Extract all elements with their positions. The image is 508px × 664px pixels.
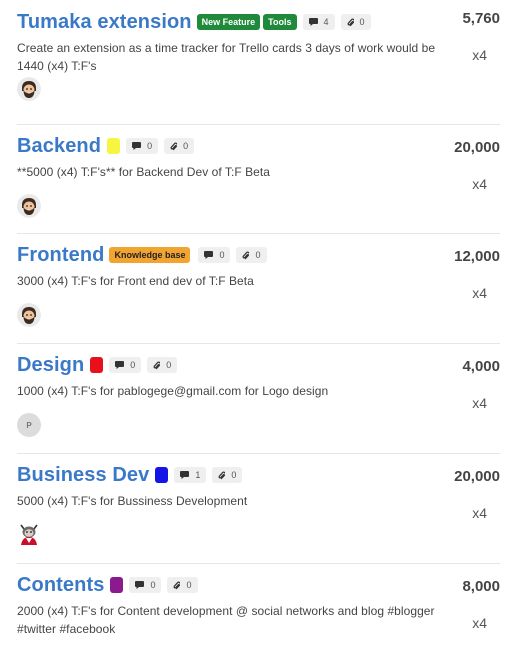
attachments-badge[interactable]: 0 bbox=[164, 138, 195, 154]
card-frontend[interactable]: Frontend Knowledge base 0 0 3000 (x4) T:… bbox=[17, 234, 500, 344]
card-design[interactable]: Design 0 0 1000 (x4) T:F's for pablogege… bbox=[17, 344, 500, 454]
label-color-yellow[interactable] bbox=[107, 138, 121, 154]
card-title-row: Backend 0 0 bbox=[17, 133, 440, 159]
card-title[interactable]: Design bbox=[17, 354, 84, 377]
card-content: Tumaka extension New Feature Tools 4 0 C… bbox=[17, 9, 440, 75]
attachments-count: 0 bbox=[186, 580, 192, 590]
paperclip-icon bbox=[153, 361, 161, 369]
comment-icon bbox=[132, 142, 142, 150]
card-content: Frontend Knowledge base 0 0 3000 (x4) T:… bbox=[17, 242, 440, 290]
card-content: Backend 0 0 **5000 (x4) T:F's** for Back… bbox=[17, 133, 440, 181]
comments-badge[interactable]: 0 bbox=[198, 247, 231, 263]
card-points: 20,000 bbox=[454, 468, 500, 485]
bearded-face-icon bbox=[17, 77, 41, 101]
card-list: Tumaka extension New Feature Tools 4 0 C… bbox=[0, 0, 508, 664]
comments-badge[interactable]: 0 bbox=[126, 138, 159, 154]
card-title[interactable]: Backend bbox=[17, 135, 101, 158]
attachments-count: 0 bbox=[359, 17, 365, 27]
paperclip-icon bbox=[243, 251, 250, 259]
card-points: 20,000 bbox=[454, 139, 500, 156]
comment-icon bbox=[115, 361, 125, 369]
attachments-badge[interactable]: 0 bbox=[167, 577, 198, 593]
card-description: **5000 (x4) T:F's** for Backend Dev of T… bbox=[17, 165, 270, 179]
card-points: 8,000 bbox=[462, 578, 500, 595]
card-title[interactable]: Tumaka extension bbox=[17, 11, 192, 34]
card-multiplier: x4 bbox=[472, 395, 487, 411]
card-points: 5,760 bbox=[462, 10, 500, 27]
card-content: Design 0 0 1000 (x4) T:F's for pablogege… bbox=[17, 352, 440, 400]
card-tumaka-extension[interactable]: Tumaka extension New Feature Tools 4 0 C… bbox=[17, 0, 500, 125]
comments-count: 0 bbox=[147, 141, 153, 151]
attachments-count: 0 bbox=[231, 470, 237, 480]
card-multiplier: x4 bbox=[472, 505, 487, 521]
attachments-badge[interactable]: 0 bbox=[212, 467, 243, 483]
card-multiplier: x4 bbox=[472, 285, 487, 301]
comment-icon bbox=[204, 251, 214, 259]
avatar[interactable] bbox=[17, 522, 41, 546]
comments-badge[interactable]: 0 bbox=[109, 357, 142, 373]
avatar-initial: P bbox=[26, 420, 32, 430]
paperclip-icon bbox=[174, 581, 181, 589]
card-description: 2000 (x4) T:F's for Content development … bbox=[17, 604, 435, 636]
card-business-dev[interactable]: Business Dev 1 0 5000 (x4) T:F's for Bus… bbox=[17, 454, 500, 564]
label-color-purple[interactable] bbox=[110, 577, 124, 593]
attachments-badge[interactable]: 0 bbox=[147, 357, 178, 373]
character-avatar-icon bbox=[20, 524, 38, 545]
card-title[interactable]: Frontend bbox=[17, 244, 104, 267]
comment-icon bbox=[180, 471, 190, 479]
card-points: 12,000 bbox=[454, 248, 500, 265]
comments-count: 0 bbox=[150, 580, 156, 590]
card-points: 4,000 bbox=[462, 358, 500, 375]
label-color-red[interactable] bbox=[90, 357, 104, 373]
comments-count: 0 bbox=[219, 250, 225, 260]
card-title[interactable]: Contents bbox=[17, 574, 104, 597]
bearded-face-icon bbox=[17, 194, 41, 218]
card-title-row: Design 0 0 bbox=[17, 352, 440, 378]
attachments-count: 0 bbox=[183, 141, 189, 151]
card-multiplier: x4 bbox=[472, 176, 487, 192]
comments-badge[interactable]: 1 bbox=[174, 467, 207, 483]
avatar[interactable] bbox=[17, 77, 41, 101]
comments-count: 4 bbox=[323, 17, 329, 27]
avatar[interactable]: P bbox=[17, 413, 41, 437]
attachments-badge[interactable]: 0 bbox=[340, 14, 371, 30]
card-title-row: Business Dev 1 0 bbox=[17, 462, 440, 488]
avatar[interactable] bbox=[17, 303, 41, 327]
card-title-row: Tumaka extension New Feature Tools 4 0 bbox=[17, 9, 440, 35]
card-title-row: Frontend Knowledge base 0 0 bbox=[17, 242, 440, 268]
label-tools[interactable]: Tools bbox=[263, 14, 297, 30]
comments-badge[interactable]: 4 bbox=[302, 14, 335, 30]
paperclip-icon bbox=[170, 142, 178, 150]
label-color-blue[interactable] bbox=[155, 467, 169, 483]
attachments-count: 0 bbox=[255, 250, 261, 260]
card-content: Contents 0 0 2000 (x4) T:F's for Content… bbox=[17, 572, 440, 638]
comments-count: 1 bbox=[195, 470, 201, 480]
label-knowledge-base[interactable]: Knowledge base bbox=[109, 247, 191, 263]
card-backend[interactable]: Backend 0 0 **5000 (x4) T:F's** for Back… bbox=[17, 125, 500, 234]
card-description: 1000 (x4) T:F's for pablogege@gmail.com … bbox=[17, 384, 329, 398]
comment-icon bbox=[308, 18, 318, 26]
comments-badge[interactable]: 0 bbox=[129, 577, 162, 593]
card-title-row: Contents 0 0 bbox=[17, 572, 440, 598]
card-title[interactable]: Business Dev bbox=[17, 464, 149, 487]
card-multiplier: x4 bbox=[472, 615, 487, 631]
paperclip-icon bbox=[347, 18, 354, 26]
label-new-feature[interactable]: New Feature bbox=[196, 14, 261, 30]
card-content: Business Dev 1 0 5000 (x4) T:F's for Bus… bbox=[17, 462, 440, 510]
bearded-face-icon bbox=[17, 303, 41, 327]
card-description: 3000 (x4) T:F's for Front end dev of T:F… bbox=[17, 274, 254, 288]
comment-icon bbox=[135, 581, 145, 589]
comments-count: 0 bbox=[130, 360, 136, 370]
avatar[interactable] bbox=[17, 194, 41, 218]
card-multiplier: x4 bbox=[472, 47, 487, 63]
card-description: Create an extension as a time tracker fo… bbox=[17, 41, 436, 73]
paperclip-icon bbox=[218, 471, 226, 479]
attachments-badge[interactable]: 0 bbox=[236, 247, 267, 263]
card-description: 5000 (x4) T:F's for Bussiness Developmen… bbox=[17, 494, 248, 508]
attachments-count: 0 bbox=[166, 360, 172, 370]
card-contents[interactable]: Contents 0 0 2000 (x4) T:F's for Content… bbox=[17, 564, 500, 664]
